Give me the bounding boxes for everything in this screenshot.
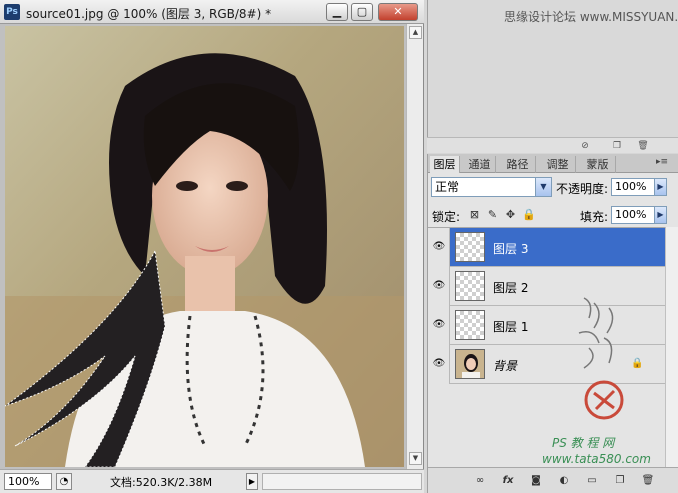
portrait-photo (5, 26, 404, 467)
vertical-scrollbar[interactable]: ▲ ▼ (406, 24, 423, 469)
lock-brush-icon[interactable]: ✎ (486, 208, 499, 221)
layer-thumbnail (455, 310, 485, 340)
photoshop-logo-icon: Ps (4, 4, 20, 20)
scroll-down-icon[interactable]: ▼ (409, 452, 422, 465)
layer-list-scrollbar[interactable] (665, 227, 678, 467)
lock-move-icon[interactable]: ✥ (504, 208, 517, 221)
tutorial-site-name: PS 教 程 网 (552, 436, 615, 450)
visibility-column: 👁 (428, 306, 450, 345)
horizontal-scrollbar[interactable] (262, 473, 422, 490)
no-icon[interactable]: ⊘ (579, 140, 591, 152)
eye-icon[interactable]: 👁 (432, 357, 446, 371)
blend-mode-value: 正常 (435, 180, 460, 194)
status-menu-arrow-icon[interactable]: ▶ (246, 473, 258, 490)
tab-paths[interactable]: 路径 (500, 156, 536, 173)
layer-thumbnail (455, 271, 485, 301)
layer-row-3[interactable]: 👁 图层 3 (428, 228, 665, 267)
delete-layer-icon[interactable]: 🗑 (640, 474, 656, 488)
fill-label: 填充: (580, 210, 609, 224)
zoom-level-field[interactable]: 100% (4, 473, 52, 490)
new-layer-icon[interactable]: ❐ (612, 474, 628, 488)
fx-icon[interactable]: fx (500, 474, 516, 488)
visibility-column: 👁 (428, 267, 450, 306)
layer-name: 背景 (493, 359, 518, 373)
fill-field[interactable]: 100% (611, 206, 657, 224)
lock-transparent-icon[interactable]: ⊠ (468, 208, 481, 221)
maximize-button[interactable]: ▢ (351, 3, 373, 21)
new-page-icon[interactable]: ❐ (611, 140, 623, 152)
new-group-icon[interactable]: ▭ (584, 474, 600, 488)
panel-tabs: 图层 通道 路径 调整 蒙版 ▸≡ (428, 154, 678, 173)
add-mask-icon[interactable]: ◙ (528, 474, 544, 488)
minimize-button[interactable]: ▁ (326, 3, 348, 21)
photoshop-workspace: Ps source01.jpg @ 100% (图层 3, RGB/8#) * … (0, 0, 678, 493)
layer-name: 图层 3 (493, 242, 529, 256)
eye-icon[interactable]: 👁 (432, 279, 446, 293)
opacity-label: 不透明度: (556, 182, 609, 196)
image-canvas[interactable] (5, 26, 404, 467)
trash-icon[interactable]: 🗑 (637, 140, 649, 152)
blend-mode-select[interactable]: 正常 ▼ (431, 177, 552, 197)
background-thumbnail (455, 349, 485, 379)
panel-menu-icon[interactable]: ▸≡ (656, 157, 668, 167)
opacity-field[interactable]: 100% (611, 178, 657, 196)
layers-bottom-bar: ∞ fx ◙ ◐ ▭ ❐ 🗑 (428, 467, 678, 493)
tutorial-site-url: www.tata580.com (542, 452, 651, 466)
link-layers-icon[interactable]: ∞ (472, 474, 488, 488)
scroll-up-icon[interactable]: ▲ (409, 26, 422, 39)
layer-name: 图层 1 (493, 320, 529, 334)
layer-name: 图层 2 (493, 281, 529, 295)
eye-icon[interactable]: 👁 (432, 240, 446, 254)
document-window: Ps source01.jpg @ 100% (图层 3, RGB/8#) * … (0, 0, 424, 493)
eye-icon[interactable]: 👁 (432, 318, 446, 332)
visibility-column: 👁 (428, 228, 450, 267)
tab-channels[interactable]: 通道 (464, 156, 496, 173)
layer-thumbnail (455, 232, 485, 262)
upper-panel-footer: ⊘ ❐ 🗑 (427, 137, 678, 153)
status-info-icon[interactable]: ◔ (56, 473, 72, 490)
adjustment-layer-icon[interactable]: ◐ (556, 474, 572, 488)
status-bar: 100% ◔ 文档:520.3K/2.38M ▶ (0, 469, 424, 493)
forum-watermark: 思缘设计论坛 www.MISSYUAN.COM (504, 10, 678, 24)
visibility-column: 👁 (428, 345, 450, 384)
tab-masks[interactable]: 蒙版 (580, 156, 616, 173)
document-title: source01.jpg @ 100% (图层 3, RGB/8#) * (26, 7, 272, 21)
calligraphy-seal-decoration (574, 288, 634, 428)
document-titlebar[interactable]: Ps source01.jpg @ 100% (图层 3, RGB/8#) * … (0, 0, 424, 24)
tab-layers[interactable]: 图层 (430, 156, 460, 173)
lock-label: 锁定: (432, 210, 461, 224)
document-size-readout: 文档:520.3K/2.38M (110, 476, 213, 489)
chevron-down-icon[interactable]: ▼ (535, 178, 551, 196)
fill-slider-arrow-icon[interactable]: ▶ (654, 206, 667, 224)
close-button[interactable]: ✕ (378, 3, 418, 21)
tab-adjustments[interactable]: 调整 (540, 156, 576, 173)
opacity-slider-arrow-icon[interactable]: ▶ (654, 178, 667, 196)
lock-all-icon[interactable]: 🔒 (522, 208, 536, 221)
